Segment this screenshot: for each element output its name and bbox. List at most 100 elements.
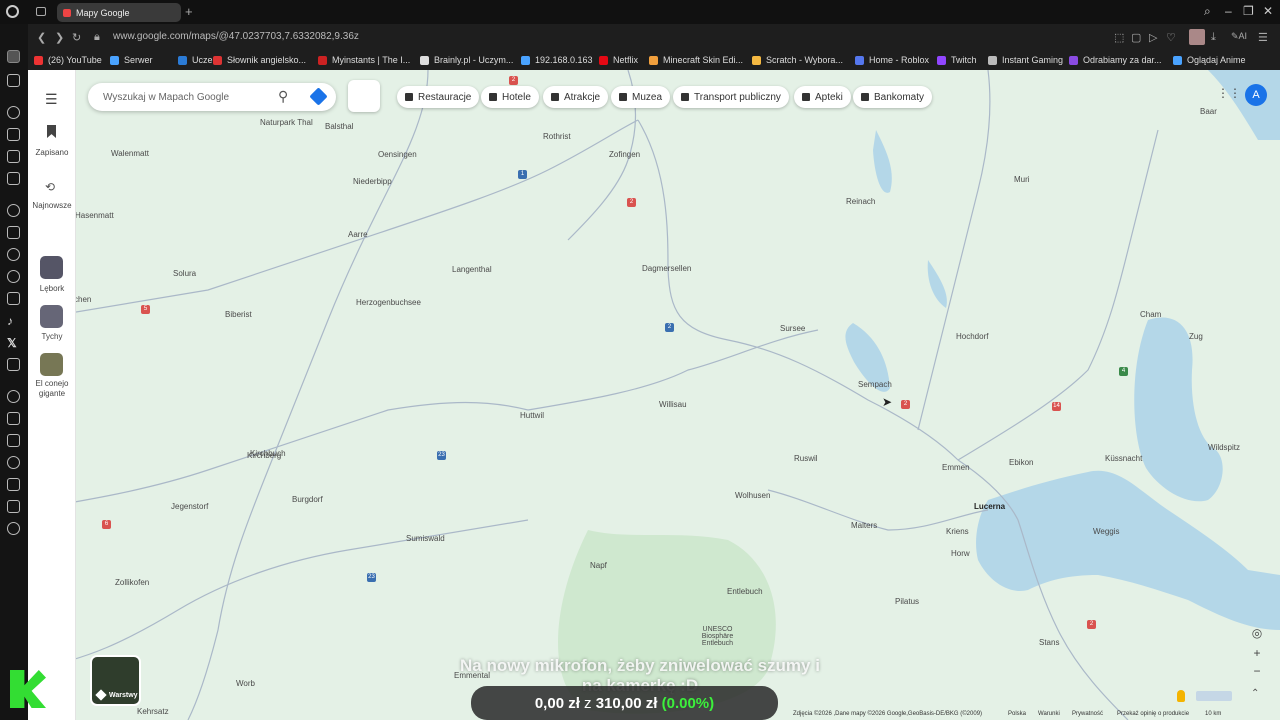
- map-place-label[interactable]: Stans: [1039, 638, 1059, 647]
- tabs-menu-icon[interactable]: [36, 7, 46, 16]
- bookmark-item[interactable]: Scratch - Wybora...: [752, 55, 843, 65]
- back-button[interactable]: ❮: [37, 31, 46, 44]
- close-window-button[interactable]: ✕: [1263, 4, 1273, 18]
- map-canvas[interactable]: Naturpark Thal Balsthal Rothrist Zofingen Oe…: [28, 70, 1280, 720]
- discord-icon[interactable]: [7, 358, 20, 371]
- snapshot-icon[interactable]: ▢: [1131, 31, 1141, 44]
- map-place-label[interactable]: Zofingen: [609, 150, 640, 159]
- saved-label[interactable]: Zapisano: [28, 148, 76, 158]
- apps-grid-icon[interactable]: ⋮⋮: [1217, 86, 1241, 100]
- chip-5[interactable]: Apteki: [794, 86, 851, 108]
- map-place-label[interactable]: Hasenmatt: [75, 211, 114, 220]
- chip-6[interactable]: Bankomaty: [853, 86, 933, 108]
- map-place-label[interactable]: Solura: [173, 269, 196, 278]
- recent-place-thumb-1[interactable]: [40, 305, 63, 328]
- map-place-label[interactable]: Ruswil: [794, 454, 818, 463]
- maps-search-input[interactable]: Wyszukaj w Mapach Google ⚲: [88, 83, 336, 111]
- map-place-label[interactable]: Jegenstorf: [171, 502, 208, 511]
- map-place-label[interactable]: Walenmatt: [111, 149, 149, 158]
- news-icon[interactable]: [7, 150, 20, 163]
- map-place-label[interactable]: Kirchbuch: [250, 449, 286, 458]
- map-place-label[interactable]: Weggis: [1093, 527, 1120, 536]
- home-icon[interactable]: [7, 50, 20, 63]
- new-tab-button[interactable]: +: [185, 4, 193, 19]
- heart-icon[interactable]: ♡: [1166, 31, 1176, 44]
- my-location-icon[interactable]: ◎: [1248, 626, 1266, 644]
- map-place-label[interactable]: Wolhusen: [735, 491, 770, 500]
- map-place-label[interactable]: UNESCO Biosphäre Entlebuch: [690, 626, 745, 647]
- gaming-icon[interactable]: [7, 74, 20, 87]
- map-place-label[interactable]: Malters: [851, 521, 877, 530]
- map-place-label[interactable]: Herzogenbuchsee: [356, 298, 421, 307]
- map-place-label[interactable]: Sursee: [780, 324, 805, 333]
- bookmark-item[interactable]: Myinstants | The I...: [318, 55, 410, 65]
- chip-4[interactable]: Transport publiczny: [673, 86, 789, 108]
- opera-logo-icon[interactable]: [6, 5, 19, 18]
- map-place-label[interactable]: Biberist: [225, 310, 252, 319]
- map-place-label[interactable]: Naturpark Thal: [260, 118, 313, 127]
- tab-google-maps[interactable]: Mapy Google: [57, 3, 181, 22]
- expand-icon[interactable]: ⌃: [1251, 688, 1259, 699]
- map-place-label[interactable]: Küssnacht: [1105, 454, 1142, 463]
- bookmark-item[interactable]: Minecraft Skin Edi...: [649, 55, 743, 65]
- map-place-label[interactable]: Cham: [1140, 310, 1161, 319]
- map-place-label[interactable]: Wildspitz: [1208, 443, 1240, 452]
- profile-avatar[interactable]: [1189, 29, 1205, 45]
- map-place-label[interactable]: Dagmersellen: [642, 264, 691, 273]
- url-field[interactable]: www.google.com/maps/@47.0237703,7.633208…: [113, 31, 359, 42]
- whatsapp-icon[interactable]: [7, 270, 20, 283]
- footer-item[interactable]: Prywatność: [1072, 711, 1103, 717]
- search-tabs-icon[interactable]: ⌕: [1204, 4, 1211, 19]
- map-place-label[interactable]: Horw: [951, 549, 970, 558]
- map-place-label[interactable]: Zug: [1189, 332, 1203, 341]
- minimize-button[interactable]: –: [1225, 4, 1232, 18]
- map-place-label[interactable]: Sempach: [858, 380, 892, 389]
- recent-label[interactable]: Najnowsze: [28, 201, 76, 211]
- map-place-label[interactable]: Kriens: [946, 527, 969, 536]
- footer-item[interactable]: 10 km: [1205, 711, 1221, 717]
- map-place-label[interactable]: Balsthal: [325, 122, 353, 131]
- map-place-label[interactable]: Willisau: [659, 400, 687, 409]
- map-place-label[interactable]: Pilatus: [895, 597, 919, 606]
- player-icon[interactable]: ▷: [1149, 31, 1157, 44]
- bookmark-item[interactable]: Odrabiamy za dar...: [1069, 55, 1162, 65]
- spotify-icon[interactable]: [7, 390, 20, 403]
- menu-icon[interactable]: ☰: [45, 91, 58, 108]
- map-place-label[interactable]: Sumiswald: [406, 534, 445, 543]
- recent-place-label-0[interactable]: Lębork: [28, 284, 76, 294]
- map-place-label[interactable]: Worb: [236, 679, 255, 688]
- shop-icon[interactable]: [7, 172, 20, 185]
- x-icon[interactable]: 𝕏: [7, 336, 20, 350]
- recent-place-label-2[interactable]: El conejo gigante: [28, 379, 76, 399]
- map-place-label[interactable]: chen: [74, 295, 91, 304]
- settings-icon[interactable]: [7, 204, 20, 217]
- twitch-icon[interactable]: [7, 226, 20, 239]
- footer-item[interactable]: Warunki: [1038, 711, 1060, 717]
- pinboard-icon[interactable]: [7, 412, 20, 425]
- bookmark-item[interactable]: Twitch: [937, 55, 977, 65]
- map-place-label[interactable]: Zollikofen: [115, 578, 149, 587]
- bookmark-item[interactable]: Home - Roblox: [855, 55, 929, 65]
- bookmark-item[interactable]: Brainly.pl - Uczym...: [420, 55, 513, 65]
- chip-0[interactable]: Restauracje: [397, 86, 480, 108]
- chip-1[interactable]: Hotele: [481, 86, 539, 108]
- bookmark-item[interactable]: (26) YouTube: [34, 55, 102, 65]
- bookmark-item[interactable]: Słownik angielsko...: [213, 55, 306, 65]
- easy-setup-icon[interactable]: ☰: [1258, 31, 1268, 44]
- bookmark-item[interactable]: Instant Gaming: [988, 55, 1063, 65]
- tiktok-icon[interactable]: ♪: [7, 314, 20, 328]
- keyboard-icon[interactable]: [348, 80, 380, 112]
- aria-ai-button[interactable]: ✎AI: [1231, 31, 1247, 42]
- map-place-label[interactable]: Burgdorf: [292, 495, 323, 504]
- map-place-label[interactable]: Muri: [1014, 175, 1030, 184]
- search-icon[interactable]: ⚲: [278, 88, 288, 105]
- zoom-in-button[interactable]: +: [1248, 646, 1266, 664]
- map-place-label[interactable]: Langenthal: [452, 265, 492, 274]
- bookmark-item[interactable]: Uczeń: [178, 55, 218, 65]
- sidebar-settings-icon[interactable]: [7, 522, 20, 535]
- account-avatar[interactable]: A: [1245, 84, 1267, 106]
- bookmark-item[interactable]: Oglądaj Anime: [1173, 55, 1246, 65]
- instagram-icon[interactable]: [7, 292, 20, 305]
- bookmark-item[interactable]: Serwer: [110, 55, 153, 65]
- recent-place-thumb-2[interactable]: [40, 353, 63, 376]
